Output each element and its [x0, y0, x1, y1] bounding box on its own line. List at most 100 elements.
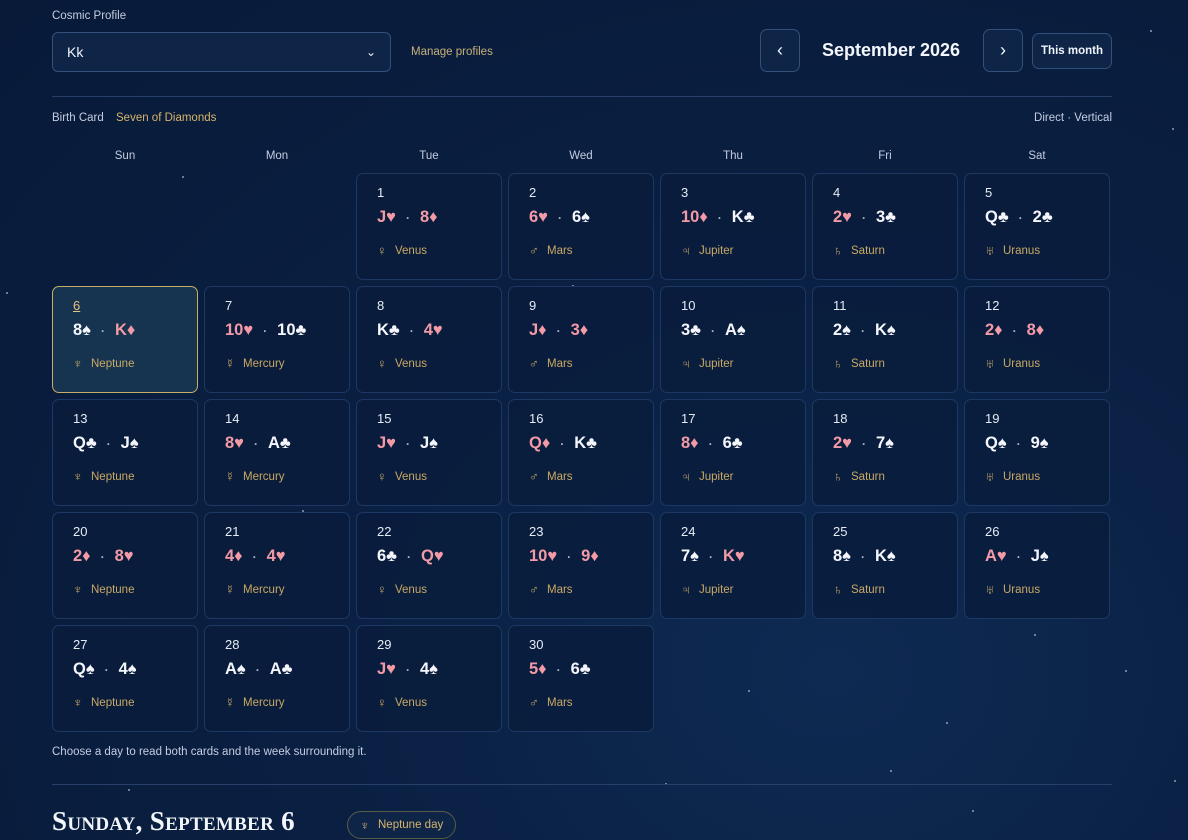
- first-card: 2♦: [985, 321, 1003, 339]
- this-month-button[interactable]: This month: [1032, 33, 1112, 69]
- card-separator: ·: [405, 662, 410, 677]
- planet-name: Neptune: [91, 357, 135, 370]
- day-cell-28[interactable]: 28 A♠ · A♣ ☿ Mercury: [204, 625, 350, 732]
- day-number: 22: [377, 524, 392, 539]
- day-cell-24[interactable]: 24 7♠ · K♥ ♃ Jupiter: [660, 512, 806, 619]
- day-cell-10[interactable]: 10 3♣ · A♠ ♃ Jupiter: [660, 286, 806, 393]
- birth-card-value: Seven of Diamonds: [116, 112, 217, 124]
- day-cell-23[interactable]: 23 10♥ · 9♦ ♂ Mars: [508, 512, 654, 619]
- day-cell-11[interactable]: 11 2♠ · K♠ ♄ Saturn: [812, 286, 958, 393]
- second-card: 6♣: [570, 660, 591, 678]
- profile-select[interactable]: Kk ⌄: [52, 32, 391, 72]
- day-cards: Q♠ · 9♠: [985, 434, 1049, 453]
- day-cell-30[interactable]: 30 5♦ · 6♣ ♂ Mars: [508, 625, 654, 732]
- first-card: 8♦: [681, 434, 699, 452]
- card-separator: ·: [100, 549, 105, 564]
- day-planet: ♅ Uranus: [985, 243, 1040, 258]
- day-cell-8[interactable]: 8 K♣ · 4♥ ♀ Venus: [356, 286, 502, 393]
- saturn-icon: ♄: [833, 582, 843, 597]
- day-planet: ♆ Neptune: [73, 695, 134, 710]
- neptune-icon: ♆: [73, 695, 83, 710]
- day-cell-16[interactable]: 16 Q♦ · K♣ ♂ Mars: [508, 399, 654, 506]
- day-cell-25[interactable]: 25 8♠ · K♠ ♄ Saturn: [812, 512, 958, 619]
- day-number: 1: [377, 185, 385, 200]
- day-cards: J♥ · 4♠: [377, 660, 438, 679]
- first-card: 3♣: [681, 321, 702, 339]
- next-month-button[interactable]: ›: [983, 29, 1023, 72]
- day-number: 10: [681, 298, 696, 313]
- day-cell-29[interactable]: 29 J♥ · 4♠ ♀ Venus: [356, 625, 502, 732]
- day-number: 14: [225, 411, 240, 426]
- day-cards: 2♥ · 3♣: [833, 208, 896, 227]
- day-planet: ♀ Venus: [377, 356, 427, 371]
- card-separator: ·: [405, 210, 410, 225]
- day-cell-12[interactable]: 12 2♦ · 8♦ ♅ Uranus: [964, 286, 1110, 393]
- first-card: 10♥: [529, 547, 558, 565]
- day-cell-19[interactable]: 19 Q♠ · 9♠ ♅ Uranus: [964, 399, 1110, 506]
- planet-name: Jupiter: [699, 470, 734, 483]
- day-planet: ♀ Venus: [377, 243, 427, 258]
- day-number: 6: [73, 298, 81, 313]
- day-cell-6[interactable]: 6 8♠ · K♦ ♆ Neptune: [52, 286, 198, 393]
- day-cards: Q♣ · 2♣: [985, 208, 1053, 227]
- day-cell-15[interactable]: 15 J♥ · J♠ ♀ Venus: [356, 399, 502, 506]
- day-cards: 6♣ · Q♥: [377, 547, 444, 566]
- second-card: K♠: [874, 547, 896, 565]
- saturn-icon: ♄: [833, 356, 843, 371]
- day-number: 27: [73, 637, 88, 652]
- day-planet: ☿ Mercury: [225, 469, 285, 484]
- day-cell-2[interactable]: 2 6♥ · 6♠ ♂ Mars: [508, 173, 654, 280]
- card-separator: ·: [409, 323, 414, 338]
- day-cell-22[interactable]: 22 6♣ · Q♥ ♀ Venus: [356, 512, 502, 619]
- day-cell-26[interactable]: 26 A♥ · J♠ ♅ Uranus: [964, 512, 1110, 619]
- day-cell-9[interactable]: 9 J♦ · 3♦ ♂ Mars: [508, 286, 654, 393]
- day-planet: ♂ Mars: [529, 582, 573, 597]
- day-cell-14[interactable]: 14 8♥ · A♣ ☿ Mercury: [204, 399, 350, 506]
- day-number: 28: [225, 637, 240, 652]
- saturn-icon: ♄: [833, 243, 843, 258]
- uranus-icon: ♅: [985, 469, 995, 484]
- day-cell-3[interactable]: 3 10♦ · K♣ ♃ Jupiter: [660, 173, 806, 280]
- day-cell-4[interactable]: 4 2♥ · 3♣ ♄ Saturn: [812, 173, 958, 280]
- venus-icon: ♀: [377, 695, 387, 710]
- first-card: 7♠: [681, 547, 699, 565]
- day-planet: ♅ Uranus: [985, 469, 1040, 484]
- manage-profiles-link[interactable]: Manage profiles: [411, 46, 493, 58]
- card-separator: ·: [708, 549, 713, 564]
- first-card: 10♥: [225, 321, 254, 339]
- card-separator: ·: [1016, 436, 1021, 451]
- day-cell-1[interactable]: 1 J♥ · 8♦ ♀ Venus: [356, 173, 502, 280]
- planet-name: Venus: [395, 583, 427, 596]
- card-separator: ·: [556, 662, 561, 677]
- venus-icon: ♀: [377, 469, 387, 484]
- second-card: J♠: [1030, 547, 1049, 565]
- day-cell-21[interactable]: 21 4♦ · 4♥ ☿ Mercury: [204, 512, 350, 619]
- jupiter-icon: ♃: [681, 469, 691, 484]
- planet-name: Mars: [547, 470, 573, 483]
- day-cell-20[interactable]: 20 2♦ · 8♥ ♆ Neptune: [52, 512, 198, 619]
- day-cell-13[interactable]: 13 Q♣ · J♠ ♆ Neptune: [52, 399, 198, 506]
- mars-icon: ♂: [529, 243, 539, 258]
- planet-day-label: Neptune day: [378, 819, 444, 831]
- day-cell-27[interactable]: 27 Q♠ · 4♠ ♆ Neptune: [52, 625, 198, 732]
- day-number: 19: [985, 411, 1000, 426]
- day-cell-18[interactable]: 18 2♥ · 7♠ ♄ Saturn: [812, 399, 958, 506]
- day-cards: K♣ · 4♥: [377, 321, 443, 340]
- hint-text: Choose a day to read both cards and the …: [52, 746, 367, 758]
- day-cell-17[interactable]: 17 8♦ · 6♣ ♃ Jupiter: [660, 399, 806, 506]
- prev-month-button[interactable]: ‹: [760, 29, 800, 72]
- day-cell-7[interactable]: 7 10♥ · 10♣ ☿ Mercury: [204, 286, 350, 393]
- day-number: 29: [377, 637, 392, 652]
- day-cards: Q♠ · 4♠: [73, 660, 137, 679]
- card-separator: ·: [860, 549, 865, 564]
- first-card: Q♠: [73, 660, 95, 678]
- venus-icon: ♀: [377, 356, 387, 371]
- day-cell-5[interactable]: 5 Q♣ · 2♣ ♅ Uranus: [964, 173, 1110, 280]
- first-card: A♠: [225, 660, 246, 678]
- second-card: A♠: [725, 321, 746, 339]
- chevron-down-icon: ⌄: [365, 45, 376, 59]
- card-separator: ·: [106, 436, 111, 451]
- planet-name: Mercury: [243, 470, 285, 483]
- day-cards: Q♣ · J♠: [73, 434, 139, 453]
- card-separator: ·: [711, 323, 716, 338]
